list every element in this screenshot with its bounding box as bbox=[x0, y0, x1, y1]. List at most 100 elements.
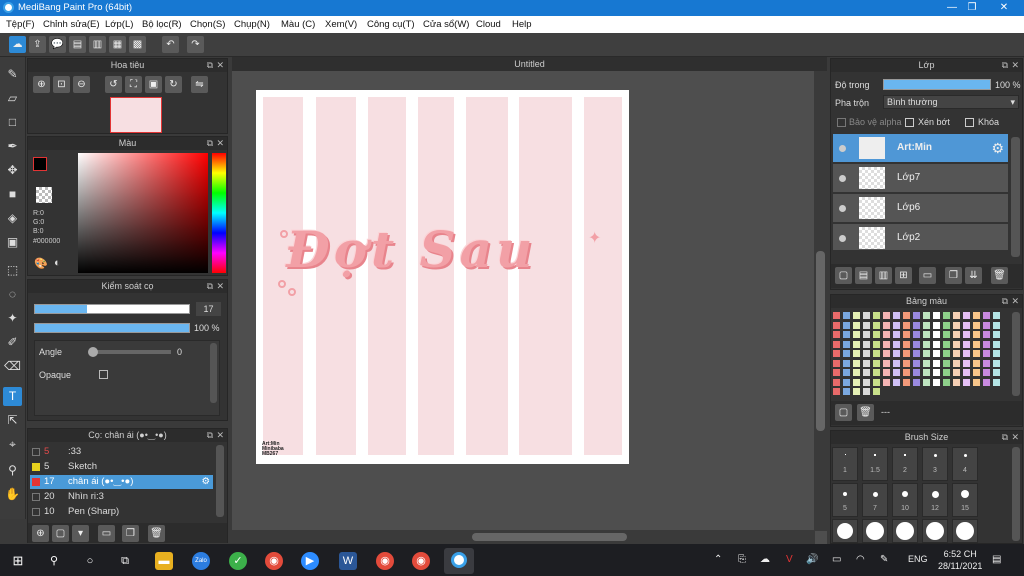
palette-swatch[interactable] bbox=[863, 350, 870, 357]
palette-swatch[interactable] bbox=[843, 321, 850, 329]
detach-icon[interactable]: ⧉ bbox=[207, 429, 213, 442]
palette-swatch[interactable] bbox=[863, 369, 870, 376]
palette-swatch[interactable] bbox=[863, 331, 870, 338]
palette-swatch[interactable] bbox=[923, 321, 930, 329]
palette-swatch[interactable] bbox=[853, 321, 860, 329]
clipping-checkbox[interactable] bbox=[905, 118, 914, 127]
palette-swatch[interactable] bbox=[943, 312, 950, 319]
cloud-icon[interactable]: ☁ bbox=[9, 36, 26, 53]
cortana-icon[interactable]: ○ bbox=[81, 552, 99, 570]
detach-icon[interactable]: ⧉ bbox=[207, 59, 213, 72]
eraser-tool-icon[interactable]: ▱ bbox=[3, 89, 22, 108]
brush-size-value[interactable]: 17 bbox=[196, 302, 221, 316]
detach-icon[interactable]: ⧉ bbox=[1002, 59, 1008, 72]
visibility-icon[interactable] bbox=[839, 235, 846, 242]
bucket-tool-icon[interactable]: ◈ bbox=[3, 209, 22, 228]
vertical-scrollbar[interactable] bbox=[814, 71, 827, 531]
palette-swatch[interactable] bbox=[993, 331, 1000, 338]
palette-swatch[interactable] bbox=[833, 321, 840, 329]
share-icon[interactable]: ⇪ bbox=[29, 36, 46, 53]
palette-swatch[interactable] bbox=[923, 359, 930, 367]
palette-swatch[interactable] bbox=[863, 340, 870, 348]
close-panel-icon[interactable]: ✕ bbox=[1011, 59, 1019, 72]
palette-swatch[interactable] bbox=[963, 378, 970, 386]
word-icon[interactable]: W bbox=[339, 552, 357, 570]
palette-swatch[interactable] bbox=[833, 388, 840, 395]
palette-swatch[interactable] bbox=[963, 321, 970, 329]
brush-tool-icon[interactable]: ✎ bbox=[3, 65, 22, 84]
zoom-fit-icon[interactable]: ⊡ bbox=[53, 76, 70, 93]
menu-view[interactable]: Xem(V) bbox=[325, 19, 357, 30]
lasso-tool-icon[interactable]: ◌ bbox=[3, 285, 22, 304]
palette-swatch[interactable] bbox=[953, 369, 960, 376]
palette-swatch[interactable] bbox=[903, 331, 910, 338]
palette-swatch[interactable] bbox=[963, 340, 970, 348]
palette-swatch[interactable] bbox=[983, 369, 990, 376]
tray-vivaldi-icon[interactable]: V bbox=[786, 554, 793, 565]
zoom-out-icon[interactable]: ⊖ bbox=[73, 76, 90, 93]
palette-swatch[interactable] bbox=[843, 388, 850, 395]
folder-icon[interactable]: ▭ bbox=[98, 525, 115, 542]
folder-icon[interactable]: ▭ bbox=[919, 267, 936, 284]
palette-swatch[interactable] bbox=[853, 331, 860, 338]
opaque-checkbox[interactable] bbox=[99, 370, 108, 379]
undo-icon[interactable]: ↶ bbox=[162, 36, 179, 53]
palette-swatch[interactable] bbox=[933, 350, 940, 357]
close-panel-icon[interactable]: ✕ bbox=[216, 137, 224, 150]
palette-swatch[interactable] bbox=[933, 331, 940, 338]
menu-tools[interactable]: Công cụ(T) bbox=[367, 19, 415, 30]
palette-swatch[interactable] bbox=[863, 321, 870, 329]
saturation-value-picker[interactable] bbox=[78, 153, 208, 273]
palette-swatch[interactable] bbox=[873, 331, 880, 338]
brush-item-selected[interactable]: 17 chân ái (●•‿•●) ⚙ bbox=[30, 475, 213, 489]
palette-scrollbar[interactable] bbox=[1012, 312, 1020, 396]
brush-menu-icon[interactable]: ▾ bbox=[72, 525, 89, 542]
palette-swatch[interactable] bbox=[923, 350, 930, 357]
eyedropper-icon[interactable]: ⚲ bbox=[3, 461, 22, 480]
palette-swatch[interactable] bbox=[893, 321, 900, 329]
windows-start-icon[interactable]: ⊞ bbox=[9, 552, 27, 570]
redo-icon[interactable]: ↷ bbox=[187, 36, 204, 53]
trash-icon[interactable]: 🗑 bbox=[991, 267, 1008, 284]
palette-swatch[interactable] bbox=[883, 359, 890, 367]
flip-icon[interactable]: ⇋ bbox=[191, 76, 208, 93]
palette-swatch[interactable] bbox=[963, 350, 970, 357]
palette-swatch[interactable] bbox=[933, 340, 940, 348]
layer-scrollbar[interactable] bbox=[1011, 137, 1020, 257]
close-panel-icon[interactable]: ✕ bbox=[1011, 431, 1019, 444]
palette-swatch[interactable] bbox=[933, 359, 940, 367]
palette-swatch[interactable] bbox=[883, 321, 890, 329]
palette-swatch[interactable] bbox=[963, 369, 970, 376]
palette-swatch[interactable] bbox=[953, 312, 960, 319]
angle-slider[interactable] bbox=[88, 347, 171, 357]
brush-item[interactable]: 5:33 bbox=[30, 445, 213, 459]
palette-swatch[interactable] bbox=[903, 321, 910, 329]
brush-list-scrollbar[interactable] bbox=[216, 445, 224, 517]
rotate-right-icon[interactable]: ↻ bbox=[165, 76, 182, 93]
palette-swatch[interactable] bbox=[973, 321, 980, 329]
duplicate-layer-icon[interactable]: ❐ bbox=[945, 267, 962, 284]
palette-swatch[interactable] bbox=[853, 350, 860, 357]
palette-swatch[interactable] bbox=[983, 321, 990, 329]
brush-size-option[interactable]: 5 bbox=[832, 483, 858, 517]
comment-icon[interactable]: ▤ bbox=[69, 36, 86, 53]
gallery-icon[interactable]: ▦ bbox=[109, 36, 126, 53]
new-8bit-layer-icon[interactable]: ▥ bbox=[875, 267, 892, 284]
transparent-swatch[interactable] bbox=[36, 187, 52, 203]
visibility-icon[interactable] bbox=[839, 205, 846, 212]
chrome-profile-icon[interactable]: ◉ bbox=[376, 552, 394, 570]
palette-swatch[interactable] bbox=[943, 331, 950, 338]
palette-swatch[interactable] bbox=[993, 312, 1000, 319]
gear-icon[interactable]: ⚙ bbox=[991, 134, 1004, 162]
search-icon[interactable]: ⚲ bbox=[45, 552, 63, 570]
wifi-icon[interactable]: ◠ bbox=[856, 554, 865, 565]
palette-swatch[interactable] bbox=[873, 388, 880, 395]
select-eraser-icon[interactable]: ⌫ bbox=[3, 357, 22, 376]
palette-swatch[interactable] bbox=[913, 312, 920, 319]
layer-item-selected[interactable]: Art:Min ⚙ bbox=[833, 134, 1008, 162]
copy-icon[interactable]: ❐ bbox=[122, 525, 139, 542]
palette-swatch[interactable] bbox=[833, 350, 840, 357]
palette-swatch[interactable] bbox=[963, 359, 970, 367]
hue-slider[interactable] bbox=[212, 153, 226, 273]
palette-swatch[interactable] bbox=[983, 359, 990, 367]
